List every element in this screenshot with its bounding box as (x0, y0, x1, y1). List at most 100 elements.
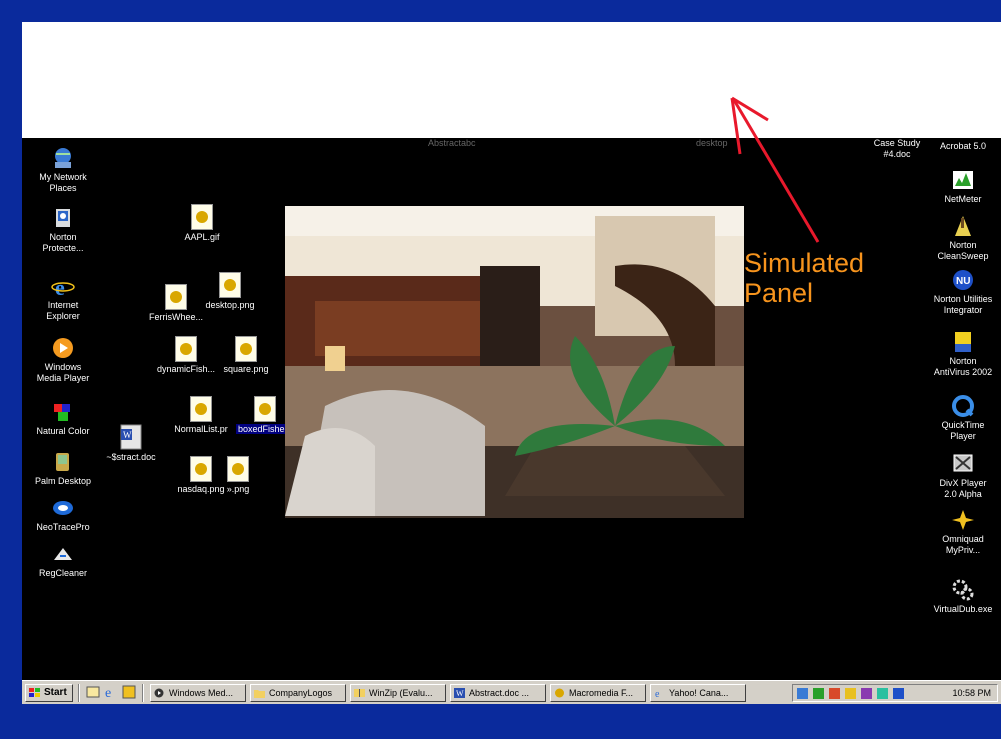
taskbar: Start e Windows Med... CompanyLogos WinZ… (22, 680, 1001, 704)
outlook-icon[interactable] (122, 685, 136, 699)
winzip-icon (354, 689, 365, 697)
palm-desktop-icon (56, 453, 69, 471)
file-png[interactable]: ».png (218, 456, 258, 495)
icon-label: Windows Media Player (36, 362, 90, 383)
icon-label: Norton CleanSweep (937, 240, 989, 261)
taskbar-button-windows-media[interactable]: Windows Med... (150, 684, 246, 702)
desktop-icon-acrobat[interactable]: Adobe Acrobat 5.0 (918, 138, 1001, 152)
image-file-icon (165, 284, 187, 310)
internet-explorer-icon: e (655, 689, 660, 698)
icon-label: Internet Explorer (46, 300, 80, 321)
desktop-icon-quicktime[interactable]: QuickTime Player (918, 394, 1001, 442)
desktop-icon-divx[interactable]: DivX Player 2.0 Alpha (918, 452, 1001, 500)
desktop-icon-regcleaner[interactable]: RegCleaner (22, 542, 106, 579)
simulated-panel (22, 22, 1001, 138)
clock[interactable]: 10:58 PM (952, 685, 991, 701)
image-file-icon (191, 204, 213, 230)
image-file-icon (235, 336, 257, 362)
image-file-icon (254, 396, 276, 422)
norton-cleansweep-icon (955, 216, 971, 236)
icon-label: Palm Desktop (34, 476, 92, 486)
desktop-icon-windows-media-player[interactable]: Windows Media Player (22, 336, 106, 384)
word-icon: W (454, 688, 465, 698)
system-tray: 10:58 PM (792, 684, 998, 702)
divx-icon (953, 454, 973, 472)
file-normallist[interactable]: NormalList.pr (168, 396, 234, 435)
icon-label: Omniquad MyPriv... (942, 534, 984, 555)
file-label: AAPL.gif (184, 232, 220, 242)
desktop-icon-virtualdub[interactable]: VirtualDub.exe (918, 578, 1001, 615)
wallpaper-photo (285, 206, 744, 518)
file-label: dynamicFish... (156, 364, 216, 374)
word-doc-icon: W (120, 424, 142, 450)
quicktime-icon (952, 395, 974, 417)
desktop-icon-natural-color[interactable]: Natural Color (22, 400, 106, 437)
norton-utilities-icon: NU (953, 270, 973, 290)
taskbar-button-abstract-doc[interactable]: W Abstract.doc ... (450, 684, 546, 702)
show-desktop-icon[interactable] (86, 685, 100, 699)
taskbar-button-yahoo[interactable]: e Yahoo! Cana... (650, 684, 746, 702)
taskbar-button-companylogos[interactable]: CompanyLogos (250, 684, 346, 702)
icon-label: Adobe Acrobat 5.0 (939, 138, 987, 151)
neotracepro-icon (53, 501, 73, 515)
file-dynamicfish[interactable]: dynamicFish... (148, 336, 224, 375)
icon-label: NetMeter (944, 194, 982, 204)
start-button[interactable]: Start (25, 684, 73, 702)
desktop-icon-norton-protected[interactable]: Norton Protecte... (22, 206, 106, 254)
taskbar-button-label: Macromedia F... (569, 688, 634, 698)
norton-antivirus-icon (955, 332, 971, 352)
icon-label: Norton Utilities Integrator (933, 294, 993, 315)
network-icon (55, 148, 71, 168)
svg-text:e: e (105, 686, 111, 699)
svg-text:e: e (655, 689, 660, 698)
desktop-icon-neotracepro[interactable]: NeoTracePro (22, 496, 106, 533)
svg-text:W: W (123, 430, 132, 440)
file-label: desktop.png (205, 300, 255, 310)
desktop-icon-norton-utilities[interactable]: NU Norton Utilities Integrator (918, 268, 1001, 316)
media-player-icon (154, 688, 164, 698)
file-label: FerrisWhee... (148, 312, 203, 322)
taskbar-button-label: CompanyLogos (269, 688, 333, 698)
natural-color-icon (54, 404, 70, 421)
file-desktop-png[interactable]: desktop.png (198, 272, 262, 311)
desktop: Abstractabc desktop My Network Places No… (22, 138, 1001, 680)
norton-protected-icon (56, 209, 70, 227)
desktop-icon-palm-desktop[interactable]: Palm Desktop (22, 450, 106, 487)
file-aapl-gif[interactable]: AAPL.gif (172, 204, 232, 243)
image-file-icon (190, 456, 212, 482)
windows-media-player-icon (53, 338, 73, 358)
image-file-icon (175, 336, 197, 362)
windows-logo-icon (29, 688, 40, 697)
internet-explorer-icon[interactable]: e (104, 685, 118, 699)
regcleaner-icon (54, 548, 72, 560)
taskbar-separator (78, 684, 80, 702)
desktop-icon-network[interactable]: My Network Places (22, 146, 106, 194)
taskbar-button-macromedia[interactable]: Macromedia F... (550, 684, 646, 702)
tray-icons[interactable] (797, 687, 917, 700)
file-label: ».png (226, 484, 250, 494)
desktop-icon-norton-cleansweep[interactable]: Norton CleanSweep (918, 214, 1001, 262)
file-label: ~$stract.doc (106, 452, 156, 462)
svg-text:W: W (456, 689, 464, 698)
desktop-icon-netmeter[interactable]: NetMeter (918, 168, 1001, 205)
file-square-png[interactable]: square.png (216, 336, 276, 375)
desktop-icon-omniquad[interactable]: Omniquad MyPriv... (918, 508, 1001, 556)
file-label: square.png (223, 364, 269, 374)
icon-label: RegCleaner (38, 568, 88, 578)
annotation-arrow (730, 96, 820, 243)
image-file-icon (227, 456, 249, 482)
file-stract-doc[interactable]: W ~$stract.doc (98, 424, 164, 463)
taskbar-button-winzip[interactable]: WinZip (Evalu... (350, 684, 446, 702)
start-label: Start (44, 687, 67, 698)
macromedia-icon (555, 688, 564, 698)
icon-label: Norton Protecte... (42, 232, 84, 253)
internet-explorer-icon: e (51, 275, 75, 298)
icon-label: Natural Color (36, 426, 90, 436)
icon-label: My Network Places (39, 172, 87, 193)
taskbar-button-label: Yahoo! Cana... (669, 688, 729, 698)
desktop-icon-internet-explorer[interactable]: e Internet Explorer (22, 274, 106, 322)
folder-icon (254, 690, 265, 698)
desktop-icon-norton-antivirus[interactable]: Norton AntiVirus 2002 (918, 330, 1001, 378)
virtualdub-icon (952, 579, 974, 601)
taskbar-button-label: WinZip (Evalu... (369, 688, 433, 698)
